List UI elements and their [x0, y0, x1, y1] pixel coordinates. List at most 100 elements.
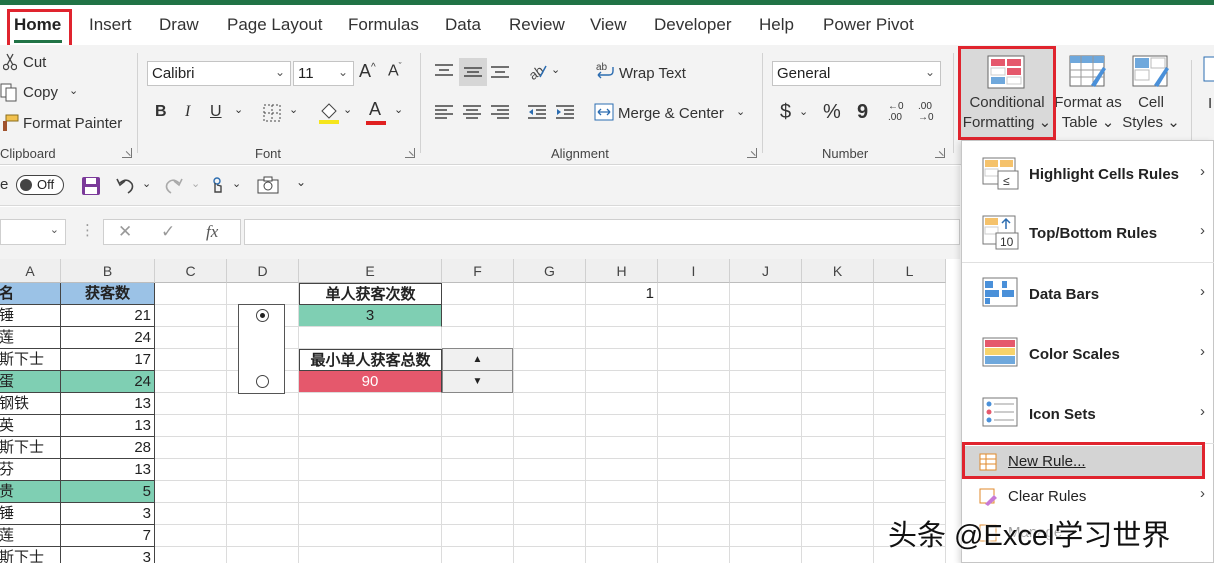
grid-cell[interactable] — [874, 327, 946, 349]
cell-e1-label[interactable]: 单人获客次数 — [299, 283, 442, 305]
tab-formulas[interactable]: Formulas — [348, 15, 419, 35]
grid-cell[interactable] — [155, 481, 227, 503]
camera-icon[interactable] — [256, 175, 280, 195]
grid-cell[interactable] — [730, 547, 802, 563]
table-cell-count[interactable]: 5 — [61, 481, 155, 503]
grid-cell[interactable] — [442, 503, 514, 525]
table-cell-count[interactable]: 24 — [61, 327, 155, 349]
grid-cell[interactable] — [442, 327, 514, 349]
number-launcher-icon[interactable] — [935, 148, 945, 158]
tab-page-layout[interactable]: Page Layout — [227, 15, 322, 35]
grid-cell[interactable] — [802, 503, 874, 525]
grid-cell[interactable] — [299, 503, 442, 525]
grid-cell[interactable] — [586, 305, 658, 327]
grid-cell[interactable] — [658, 371, 730, 393]
table-header-name[interactable]: 姓名 — [0, 283, 61, 305]
grid-cell[interactable] — [802, 437, 874, 459]
touch-mode-icon[interactable] — [206, 174, 228, 196]
grid-cell[interactable] — [730, 349, 802, 371]
table-cell-name[interactable]: 大锤 — [0, 503, 61, 525]
column-header-f[interactable]: F — [442, 259, 514, 283]
grid-cell[interactable] — [514, 525, 586, 547]
grid-cell[interactable] — [658, 481, 730, 503]
cell-h1-value[interactable]: 1 — [586, 283, 658, 305]
orientation-icon[interactable]: ab — [525, 59, 549, 83]
grid-cell[interactable] — [227, 415, 299, 437]
grid-cell[interactable] — [658, 349, 730, 371]
grid-cell[interactable] — [155, 503, 227, 525]
grid-cell[interactable] — [730, 437, 802, 459]
grid-cell[interactable] — [299, 437, 442, 459]
tab-draw[interactable]: Draw — [159, 15, 199, 35]
grid-cell[interactable] — [514, 371, 586, 393]
underline-dropdown-icon[interactable]: ⌄ — [234, 103, 243, 116]
grid-cell[interactable] — [227, 283, 299, 305]
cell-e5-value[interactable]: 90 — [299, 371, 442, 393]
grid-cell[interactable] — [658, 283, 730, 305]
grid-cell[interactable] — [442, 459, 514, 481]
grid-cell[interactable] — [155, 437, 227, 459]
tab-data[interactable]: Data — [445, 15, 481, 35]
table-cell-count[interactable]: 28 — [61, 437, 155, 459]
cell-e2-value[interactable]: 3 — [299, 305, 442, 327]
grid-cell[interactable] — [514, 503, 586, 525]
grid-cell[interactable] — [730, 525, 802, 547]
touch-mode-dropdown-icon[interactable]: ⌄ — [232, 177, 241, 190]
tab-review[interactable]: Review — [509, 15, 565, 35]
grid-cell[interactable] — [802, 305, 874, 327]
grid-cell[interactable] — [730, 371, 802, 393]
grid-cell[interactable] — [802, 327, 874, 349]
tab-insert[interactable]: Insert — [89, 15, 132, 35]
grid-cell[interactable] — [730, 283, 802, 305]
grid-cell[interactable] — [586, 415, 658, 437]
table-cell-count[interactable]: 21 — [61, 305, 155, 327]
grid-cell[interactable] — [586, 547, 658, 563]
percent-button[interactable]: % — [823, 101, 841, 124]
grid-cell[interactable] — [586, 503, 658, 525]
column-header-c[interactable]: C — [155, 259, 227, 283]
grid-cell[interactable] — [730, 305, 802, 327]
cancel-entry-icon[interactable]: ✕ — [118, 222, 132, 242]
format-painter-button[interactable]: Format Painter — [23, 115, 122, 132]
grid-cell[interactable] — [874, 437, 946, 459]
grid-cell[interactable] — [442, 547, 514, 563]
grid-cell[interactable] — [586, 349, 658, 371]
grid-cell[interactable] — [155, 305, 227, 327]
grid-cell[interactable] — [514, 481, 586, 503]
column-header-d[interactable]: D — [227, 259, 299, 283]
grid-cell[interactable] — [514, 547, 586, 563]
grid-cell[interactable] — [874, 415, 946, 437]
increase-indent-icon[interactable] — [553, 100, 577, 124]
spinner-down-button[interactable]: ▼ — [442, 370, 513, 393]
table-cell-name[interactable]: 铁蛋 — [0, 371, 61, 393]
grid-cell[interactable] — [802, 349, 874, 371]
grid-cell[interactable] — [442, 437, 514, 459]
menu-item-new-rule[interactable]: New Rule... — [962, 446, 1214, 478]
font-launcher-icon[interactable] — [405, 148, 415, 158]
column-header-l[interactable]: L — [874, 259, 946, 283]
grid-cell[interactable] — [514, 305, 586, 327]
table-cell-name[interactable]: 克斯下士 — [0, 547, 61, 563]
name-box[interactable]: ⌄ — [0, 219, 66, 245]
customize-qat-icon[interactable]: ⌄ — [296, 175, 306, 189]
grid-cell[interactable] — [299, 393, 442, 415]
column-header-h[interactable]: H — [586, 259, 658, 283]
redo-icon[interactable] — [163, 174, 185, 196]
align-center-icon[interactable] — [460, 100, 484, 124]
currency-dropdown-icon[interactable]: ⌄ — [799, 105, 808, 118]
grid-cell[interactable] — [658, 525, 730, 547]
grid-cell[interactable] — [802, 393, 874, 415]
grid-cell[interactable] — [227, 503, 299, 525]
grid-cell[interactable] — [658, 547, 730, 563]
menu-item-color-scales[interactable]: Color Scales › — [962, 323, 1214, 383]
table-cell-count[interactable]: 7 — [61, 525, 155, 547]
grid-cell[interactable] — [155, 327, 227, 349]
grid-cell[interactable] — [514, 415, 586, 437]
grid-cell[interactable] — [299, 415, 442, 437]
grid-cell[interactable] — [442, 415, 514, 437]
grid-cell[interactable] — [227, 547, 299, 563]
grid-cell[interactable] — [730, 503, 802, 525]
grid-cell[interactable] — [730, 415, 802, 437]
column-header-b[interactable]: B — [61, 259, 155, 283]
confirm-entry-icon[interactable]: ✓ — [161, 222, 175, 242]
